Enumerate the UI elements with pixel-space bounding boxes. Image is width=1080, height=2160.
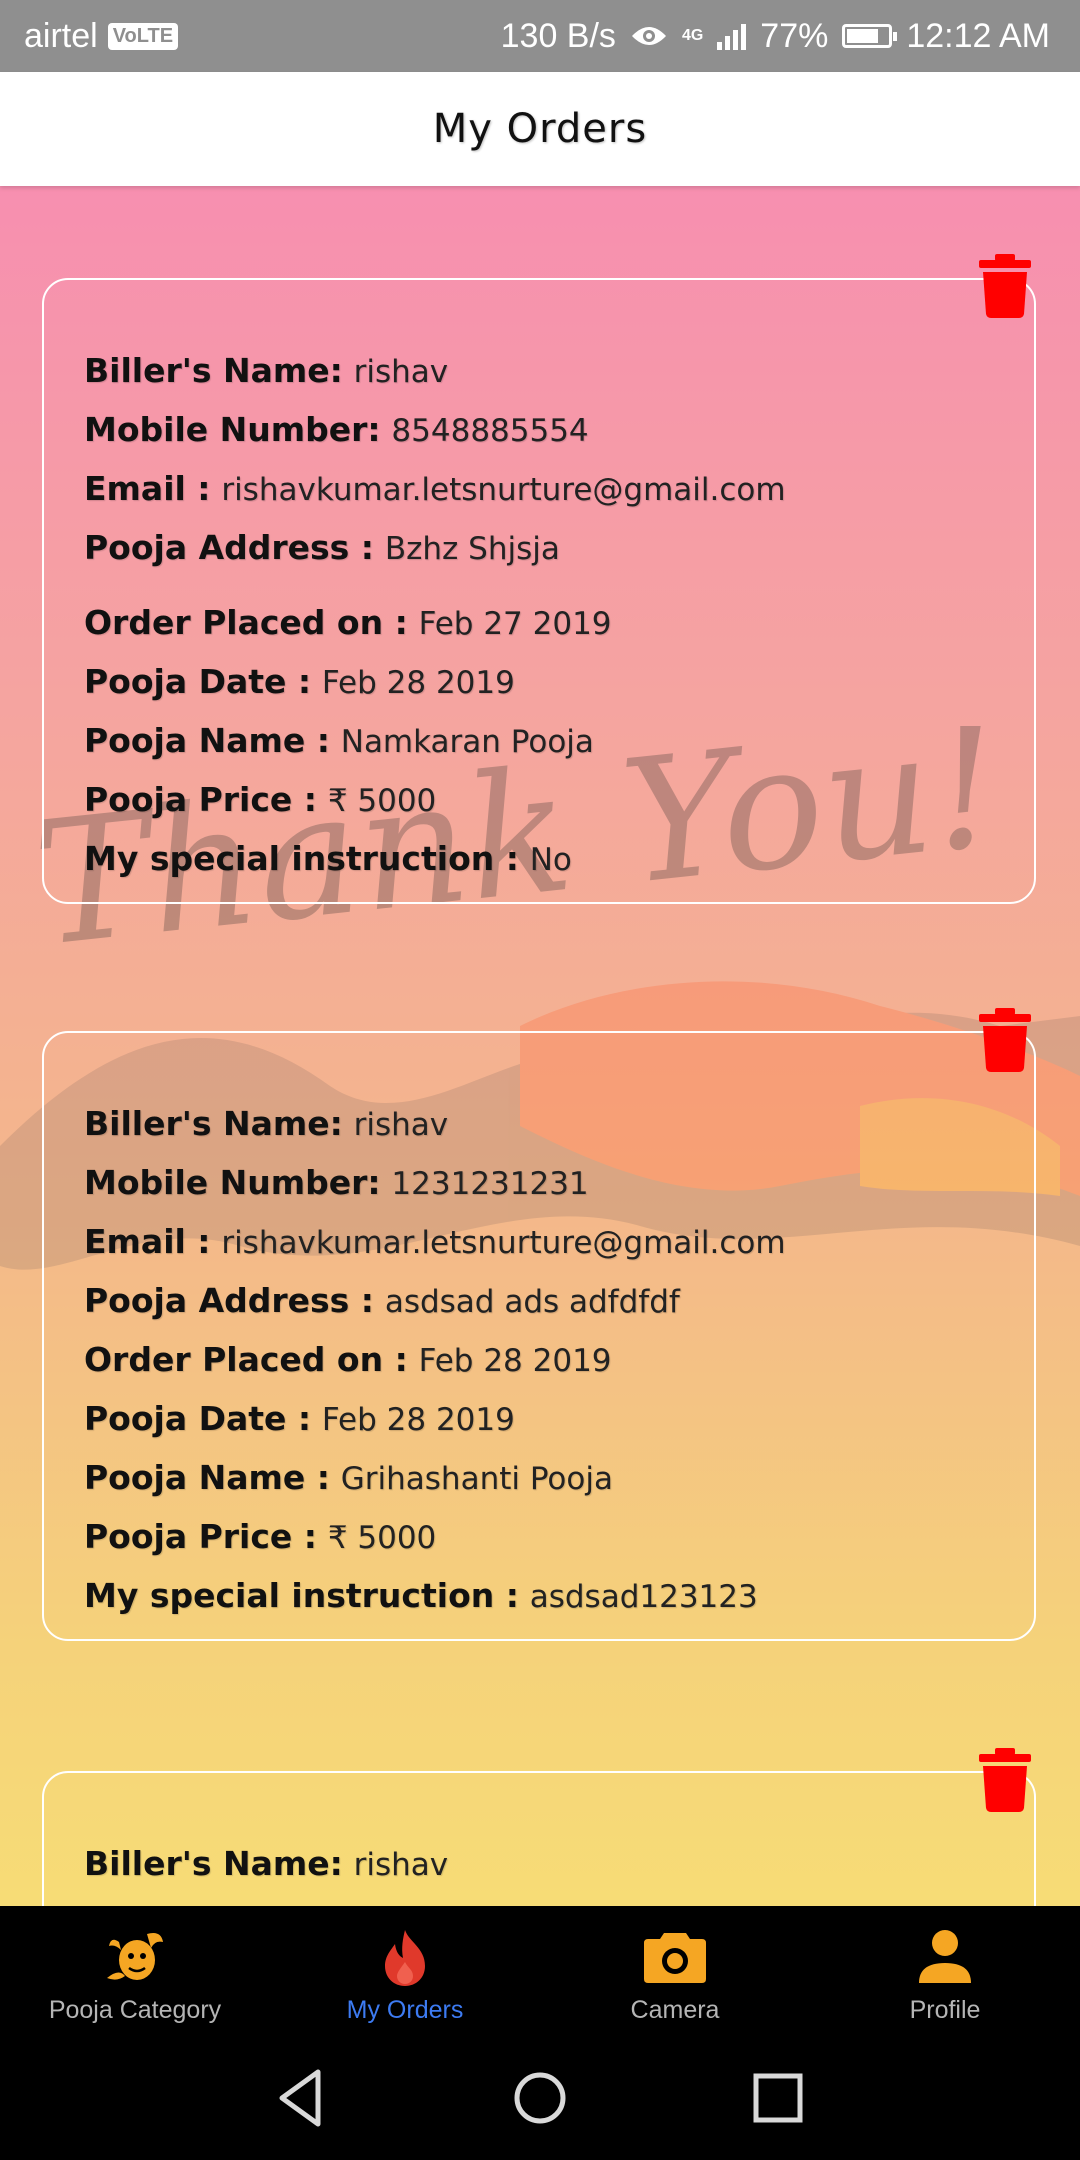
order-row-instruction: My special instruction : asdsad123123 bbox=[84, 1576, 758, 1615]
orders-list[interactable]: Thank You! Biller's Name: rishav Mobile … bbox=[0, 186, 1080, 1906]
pooja-category-icon bbox=[107, 1933, 163, 1980]
delete-order-button[interactable] bbox=[977, 254, 1033, 318]
signal-icon bbox=[717, 22, 747, 50]
eye-comfort-icon bbox=[631, 27, 666, 45]
order-row-pooja-date: Pooja Date : Feb 28 2019 bbox=[84, 1399, 515, 1438]
order-row-pooja-name: Pooja Name : Namkaran Pooja bbox=[84, 721, 594, 760]
order-row-address: Pooja Address : Bzhz Shjsja bbox=[84, 528, 560, 567]
order-row-billers-name: Biller's Name: rishav bbox=[84, 1844, 449, 1883]
order-row-price: Pooja Price : ₹ 5000 bbox=[84, 780, 437, 819]
nav-my-orders[interactable]: My Orders bbox=[270, 1906, 540, 2036]
page-title: My Orders bbox=[432, 106, 648, 152]
order-row-billers-name: Biller's Name: rishav bbox=[84, 1104, 449, 1143]
order-card: Biller's Name: rishav Mobile Number: 123… bbox=[42, 1031, 1036, 1641]
delete-order-button[interactable] bbox=[977, 1748, 1033, 1812]
status-bar: airtel VoLTE 130 B/s 4G 77% 12:12 AM bbox=[0, 0, 1080, 72]
order-row-mobile: Mobile Number: 1231231231 bbox=[84, 1163, 589, 1202]
order-row-mobile: Mobile Number: 8548885554 bbox=[84, 410, 589, 449]
app-bar: My Orders bbox=[0, 72, 1080, 186]
back-icon[interactable] bbox=[270, 2066, 334, 2130]
delete-order-button[interactable] bbox=[977, 1008, 1033, 1072]
volte-badge: VoLTE bbox=[107, 22, 179, 50]
system-navigation-bar bbox=[0, 2036, 1080, 2160]
clock: 12:12 AM bbox=[906, 16, 1050, 55]
network-type: 4G bbox=[681, 27, 704, 44]
order-row-pooja-name: Pooja Name : Grihashanti Pooja bbox=[84, 1458, 613, 1497]
nav-profile[interactable]: Profile bbox=[810, 1906, 1080, 2036]
order-row-price: Pooja Price : ₹ 5000 bbox=[84, 1517, 437, 1556]
bottom-navigation: Pooja Category My Orders Camera Profile bbox=[0, 1906, 1080, 2036]
net-speed: 130 B/s bbox=[500, 16, 616, 55]
home-icon[interactable] bbox=[508, 2066, 572, 2130]
order-card: Biller's Name: rishav Mobile Number: 854… bbox=[42, 278, 1036, 904]
order-row-placed-on: Order Placed on : Feb 28 2019 bbox=[84, 1340, 612, 1379]
nav-label: Profile bbox=[909, 1996, 981, 2024]
order-row-billers-name: Biller's Name: rishav bbox=[84, 351, 449, 390]
order-row-placed-on: Order Placed on : Feb 27 2019 bbox=[84, 603, 612, 642]
battery-icon bbox=[842, 24, 898, 48]
nav-label: Pooja Category bbox=[48, 1996, 222, 2024]
nav-label: Camera bbox=[630, 1996, 720, 2024]
fire-icon bbox=[385, 1930, 425, 1986]
recents-icon[interactable] bbox=[746, 2066, 810, 2130]
order-row-address: Pooja Address : asdsad ads adfdfdf bbox=[84, 1281, 680, 1320]
order-row-email: Email : rishavkumar.letsnurture@gmail.co… bbox=[84, 1222, 786, 1261]
battery-percent: 77% bbox=[760, 16, 829, 55]
order-row-instruction: My special instruction : No bbox=[84, 839, 572, 878]
order-row-email: Email : rishavkumar.letsnurture@gmail.co… bbox=[84, 469, 786, 508]
nav-label: My Orders bbox=[346, 1996, 464, 2024]
profile-icon bbox=[919, 1930, 971, 1983]
order-card: Biller's Name: rishav bbox=[42, 1771, 1036, 1906]
carrier-name: airtel bbox=[24, 16, 98, 55]
nav-camera[interactable]: Camera bbox=[540, 1906, 810, 2036]
order-row-pooja-date: Pooja Date : Feb 28 2019 bbox=[84, 662, 515, 701]
camera-icon bbox=[644, 1933, 706, 1983]
nav-pooja-category[interactable]: Pooja Category bbox=[0, 1906, 270, 2036]
